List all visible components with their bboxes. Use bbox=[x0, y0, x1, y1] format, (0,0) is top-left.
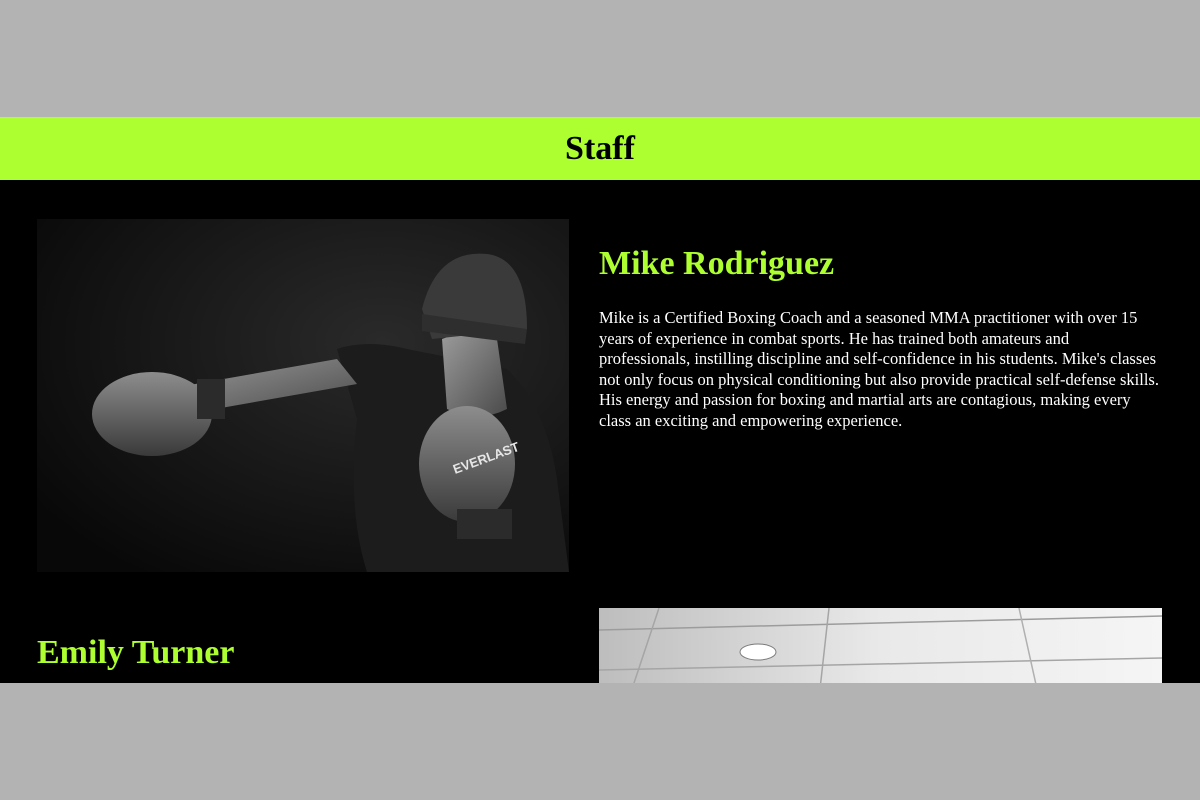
page-viewport: Staff EVERLAST Mike Rodriguez Mike is a … bbox=[0, 117, 1200, 683]
staff-bio-mike: Mike is a Certified Boxing Coach and a s… bbox=[599, 308, 1159, 430]
staff-photo-boxer: EVERLAST bbox=[37, 219, 569, 572]
staff-name-mike: Mike Rodriguez bbox=[599, 245, 835, 282]
staff-photo-gym-ceiling bbox=[599, 608, 1162, 683]
page-title: Staff bbox=[565, 129, 635, 167]
staff-header: Staff bbox=[0, 117, 1200, 180]
staff-name-emily: Emily Turner bbox=[37, 634, 235, 671]
